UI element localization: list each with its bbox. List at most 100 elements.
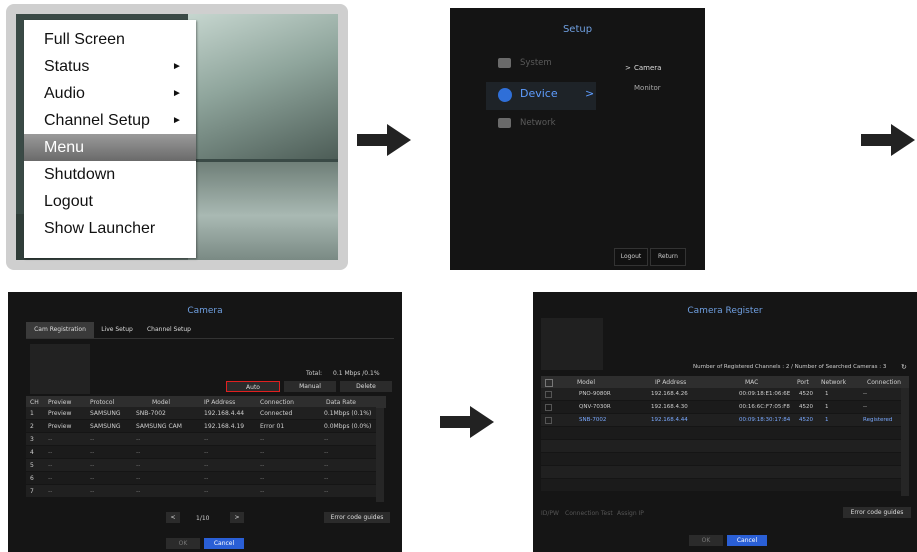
submenu-arrow-icon: ► bbox=[172, 61, 182, 72]
select-all-checkbox[interactable] bbox=[545, 379, 553, 387]
menu-item-label: Logout bbox=[44, 193, 93, 210]
table-cell: -- bbox=[260, 436, 265, 443]
table-cell: -- bbox=[136, 462, 141, 469]
connection-test-button[interactable]: Connection Test bbox=[565, 510, 613, 517]
preview-window bbox=[30, 344, 90, 394]
table-cell: 4520 bbox=[799, 404, 813, 410]
table-cell: 192.168.4.44 bbox=[204, 410, 245, 417]
menu-item-audio[interactable]: Audio ► bbox=[24, 80, 196, 107]
table-cell: 0.1Mbps (0.1%) bbox=[324, 410, 372, 417]
context-menu: Full Screen Status ► Audio ► Channel Setup… bbox=[24, 20, 196, 258]
page-title: Setup bbox=[562, 24, 593, 35]
setup-item-network[interactable]: Network bbox=[520, 118, 556, 128]
table-cell: 1 bbox=[825, 417, 829, 423]
chevron-right-icon: > bbox=[585, 87, 595, 100]
tab-channel-setup[interactable]: Channel Setup bbox=[140, 322, 198, 338]
logout-button[interactable]: Logout bbox=[614, 248, 648, 266]
table-cell: 5 bbox=[30, 462, 34, 469]
ok-button[interactable]: OK bbox=[166, 538, 200, 549]
table-cell: Connected bbox=[260, 410, 293, 417]
table-cell: 1 bbox=[825, 391, 829, 397]
column-header: Model bbox=[577, 379, 596, 386]
menu-item-shutdown[interactable]: Shutdown bbox=[24, 161, 196, 188]
manual-button[interactable]: Manual bbox=[284, 381, 336, 392]
id-pw-button[interactable]: ID/PW bbox=[541, 510, 559, 517]
return-button[interactable]: Return bbox=[650, 248, 686, 266]
submenu-arrow-icon: ► bbox=[172, 88, 182, 99]
table-cell: -- bbox=[48, 488, 53, 495]
table-cell: SNB-7002 bbox=[136, 410, 166, 417]
menu-item-full-screen[interactable]: Full Screen bbox=[24, 26, 196, 53]
tab-live-setup[interactable]: Live Setup bbox=[96, 322, 138, 338]
page-title: Camera Register bbox=[687, 306, 763, 316]
system-icon bbox=[498, 58, 511, 68]
table-cell: -- bbox=[204, 488, 209, 495]
setup-item-system[interactable]: System bbox=[520, 58, 552, 68]
table-cell: -- bbox=[324, 488, 329, 495]
table-cell: -- bbox=[90, 462, 95, 469]
menu-item-show-launcher[interactable]: Show Launcher bbox=[24, 215, 196, 242]
submenu-arrow-icon: ► bbox=[172, 115, 182, 126]
table-cell: PNO-9080R bbox=[579, 391, 611, 397]
table-cell: -- bbox=[324, 436, 329, 443]
refresh-icon[interactable]: ↻ bbox=[901, 363, 907, 371]
column-header: IP Address bbox=[204, 399, 236, 406]
submenu-item-camera[interactable]: Camera bbox=[634, 64, 661, 72]
cancel-button[interactable]: Cancel bbox=[727, 535, 767, 546]
table-cell: -- bbox=[324, 475, 329, 482]
column-header: Data Rate bbox=[326, 399, 356, 406]
page-prev-button[interactable]: < bbox=[166, 512, 180, 523]
menu-item-status[interactable]: Status ► bbox=[24, 53, 196, 80]
menu-item-logout[interactable]: Logout bbox=[24, 188, 196, 215]
next-step-arrow-icon bbox=[861, 124, 915, 156]
table-scrollbar[interactable] bbox=[901, 388, 909, 496]
table-cell: -- bbox=[90, 449, 95, 456]
delete-button[interactable]: Delete bbox=[340, 381, 392, 392]
table-cell: 2 bbox=[30, 423, 34, 430]
error-code-guides-button[interactable]: Error code guides bbox=[324, 512, 390, 523]
menu-item-label: Menu bbox=[44, 139, 85, 156]
next-step-arrow-icon bbox=[357, 124, 411, 156]
table-cell: -- bbox=[136, 449, 141, 456]
table-cell: -- bbox=[260, 462, 265, 469]
page-next-button[interactable]: > bbox=[230, 512, 244, 523]
table-cell: 00:09:18:E1:06:6E bbox=[739, 391, 791, 397]
table-cell: SAMSUNG bbox=[90, 410, 121, 417]
setup-item-device[interactable]: Device bbox=[520, 87, 558, 100]
table-cell: -- bbox=[90, 475, 95, 482]
error-code-guides-button[interactable]: Error code guides bbox=[843, 507, 911, 518]
table-cell: -- bbox=[204, 462, 209, 469]
cancel-button[interactable]: Cancel bbox=[204, 538, 244, 549]
ok-button[interactable]: OK bbox=[689, 535, 723, 546]
table-cell: SAMSUNG bbox=[90, 423, 121, 430]
table-cell: -- bbox=[48, 449, 53, 456]
menu-item-channel-setup[interactable]: Channel Setup ► bbox=[24, 107, 196, 134]
tab-cam-registration[interactable]: Cam Registration bbox=[26, 322, 94, 338]
next-step-arrow-icon bbox=[440, 406, 494, 438]
table-cell: 00:09:18:30:17:84 bbox=[739, 417, 791, 423]
submenu-item-monitor[interactable]: Monitor bbox=[634, 84, 661, 92]
table-cell: 4 bbox=[30, 449, 34, 456]
table-cell: 4520 bbox=[799, 417, 813, 423]
table-cell: SAMSUNG CAM bbox=[136, 423, 182, 430]
auto-button[interactable]: Auto bbox=[226, 381, 280, 392]
row-checkbox[interactable] bbox=[545, 391, 552, 398]
table-scrollbar[interactable] bbox=[376, 408, 384, 502]
table-cell: -- bbox=[204, 449, 209, 456]
table-cell: 6 bbox=[30, 475, 34, 482]
column-header: Model bbox=[152, 399, 171, 406]
menu-item-label: Show Launcher bbox=[44, 220, 156, 237]
menu-item-label: Status bbox=[44, 58, 90, 75]
assign-ip-button[interactable]: Assign IP bbox=[617, 510, 644, 517]
table-cell: -- bbox=[204, 475, 209, 482]
table-cell: 1 bbox=[30, 410, 34, 417]
table-row bbox=[541, 466, 901, 478]
menu-item-label: Shutdown bbox=[44, 166, 116, 183]
row-checkbox[interactable] bbox=[545, 417, 552, 424]
table-row bbox=[541, 427, 901, 439]
menu-item-menu[interactable]: Menu bbox=[24, 134, 196, 161]
row-checkbox[interactable] bbox=[545, 404, 552, 411]
table-cell: 192.168.4.26 bbox=[651, 391, 688, 397]
table-cell: -- bbox=[90, 436, 95, 443]
network-icon bbox=[498, 118, 511, 128]
